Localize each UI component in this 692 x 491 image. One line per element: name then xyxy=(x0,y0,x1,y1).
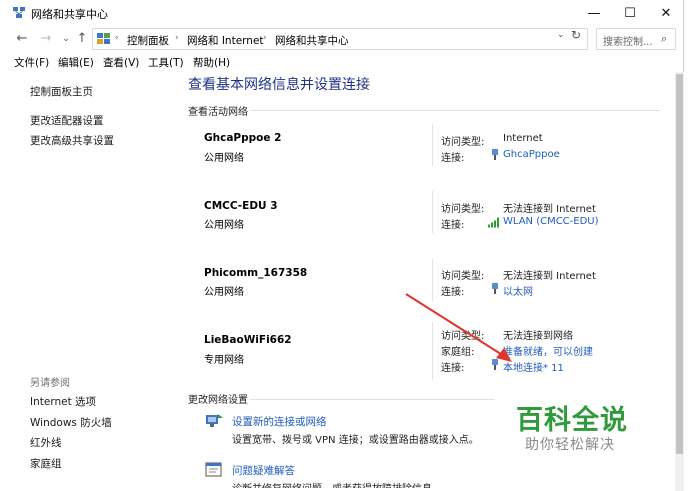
network-name: CMCC-EDU 3 xyxy=(204,200,278,212)
access-type-value: 无法连接到 Internet xyxy=(503,271,596,282)
section-divider xyxy=(250,110,660,111)
connection-link[interactable]: GhcaPppoe xyxy=(503,149,560,160)
menu-edit[interactable]: 编辑(E) xyxy=(58,55,94,70)
troubleshoot-link[interactable]: 问题疑难解答 xyxy=(232,463,295,478)
internet-options-link[interactable]: Internet 选项 xyxy=(30,394,96,409)
address-dropdown-icon[interactable]: ⌄ xyxy=(557,30,565,40)
menu-view[interactable]: 查看(V) xyxy=(103,55,139,70)
left-pane: 控制面板主页 更改适配器设置 更改高级共享设置 另请参阅 Internet 选项… xyxy=(0,72,180,491)
network-type-link[interactable]: 公用网络 xyxy=(204,216,244,231)
control-panel-icon xyxy=(97,33,110,44)
search-placeholder: 搜索控制... xyxy=(603,37,653,48)
back-button[interactable]: ← xyxy=(14,30,30,48)
network-name: Phicomm_167358 xyxy=(204,267,308,279)
ethernet-icon xyxy=(492,149,498,160)
scrollbar-thumb[interactable] xyxy=(676,74,683,454)
watermark-title: 百科全说 xyxy=(516,405,628,436)
address-bar[interactable]: › 控制面板 › 网络和 Internet › 网络和共享中心 xyxy=(92,28,588,50)
see-also-heading: 另请参阅 xyxy=(30,378,70,389)
control-panel-home-link[interactable]: 控制面板主页 xyxy=(30,84,93,99)
search-input[interactable]: 搜索控制... ⌕ xyxy=(596,28,676,50)
infrared-link[interactable]: 红外线 xyxy=(30,435,62,450)
column-divider xyxy=(432,124,433,166)
watermark-subtitle: 助你轻松解决 xyxy=(525,437,615,453)
breadcrumb-separator: › xyxy=(263,33,267,43)
windows-firewall-link[interactable]: Windows 防火墙 xyxy=(30,415,112,430)
access-type-label: 访问类型: xyxy=(441,204,485,215)
title-bar: 网络和共享中心 — ☐ ✕ xyxy=(0,0,684,26)
network-type-link[interactable]: 公用网络 xyxy=(204,283,244,298)
annotation-arrow xyxy=(405,293,512,362)
breadcrumb-separator: › xyxy=(175,33,179,43)
menu-tools[interactable]: 工具(T) xyxy=(148,55,184,70)
network-type-link[interactable]: 专用网络 xyxy=(204,351,244,366)
forward-button[interactable]: → xyxy=(38,30,54,48)
troubleshoot-desc: 诊断并修复网络问题，或者获得故障排除信息。 xyxy=(232,480,442,488)
setup-new-connection-desc: 设置宽带、拨号或 VPN 连接；或设置路由器或接入点。 xyxy=(232,435,479,446)
breadcrumb-network-sharing-center[interactable]: 网络和共享中心 xyxy=(275,33,349,48)
maximize-button[interactable]: ☐ xyxy=(612,0,648,26)
up-button[interactable]: ↑ xyxy=(74,30,90,48)
menu-help[interactable]: 帮助(H) xyxy=(193,55,230,70)
column-divider xyxy=(432,191,433,233)
page-title: 查看基本网络信息并设置连接 xyxy=(188,77,370,93)
background-window-edge xyxy=(684,0,692,491)
change-adapter-settings-link[interactable]: 更改适配器设置 xyxy=(30,113,104,128)
connection-label: 连接: xyxy=(441,153,465,164)
network-name: LieBaoWiFi662 xyxy=(204,334,292,346)
wifi-signal-icon xyxy=(488,217,499,228)
vertical-scrollbar[interactable] xyxy=(675,72,684,491)
network-name: GhcaPppoe 2 xyxy=(204,132,282,144)
connection-link[interactable]: WLAN (CMCC-EDU) xyxy=(503,216,599,227)
search-icon: ⌕ xyxy=(661,32,668,45)
homegroup-link[interactable]: 家庭组 xyxy=(30,456,62,471)
connection-label: 连接: xyxy=(441,220,465,231)
menu-bar: 文件(F) 编辑(E) 查看(V) 工具(T) 帮助(H) xyxy=(0,53,684,71)
troubleshoot-icon xyxy=(205,462,222,477)
network-type-link[interactable]: 公用网络 xyxy=(204,149,244,164)
new-connection-icon xyxy=(206,414,223,427)
access-type-label: 访问类型: xyxy=(441,271,485,282)
change-advanced-sharing-link[interactable]: 更改高级共享设置 xyxy=(30,133,114,148)
menu-file[interactable]: 文件(F) xyxy=(14,55,49,70)
breadcrumb-control-panel[interactable]: 控制面板 xyxy=(127,33,169,48)
minimize-button[interactable]: — xyxy=(576,0,612,26)
close-button[interactable]: ✕ xyxy=(648,0,684,26)
window-title: 网络和共享中心 xyxy=(31,8,108,21)
active-networks-heading: 查看活动网络 xyxy=(188,107,248,118)
recent-locations-button[interactable]: ⌄ xyxy=(58,30,74,48)
change-network-settings-heading: 更改网络设置 xyxy=(188,395,248,406)
setup-new-connection-link[interactable]: 设置新的连接或网络 xyxy=(232,414,327,429)
access-type-label: 访问类型: xyxy=(441,137,485,148)
refresh-icon[interactable]: ↻ xyxy=(571,28,581,42)
access-type-value: Internet xyxy=(503,133,543,144)
network-sharing-center-window: 网络和共享中心 — ☐ ✕ ← → ⌄ ↑ › 控制面板 › 网络和 Inter… xyxy=(0,0,684,491)
network-center-icon xyxy=(13,7,25,18)
breadcrumb-network-internet[interactable]: 网络和 Internet xyxy=(187,33,264,48)
breadcrumb-separator: › xyxy=(115,33,119,43)
address-row: ← → ⌄ ↑ › 控制面板 › 网络和 Internet › 网络和共享中心 … xyxy=(0,27,684,51)
section-divider xyxy=(250,399,495,400)
access-type-value: 无法连接到 Internet xyxy=(503,204,596,215)
